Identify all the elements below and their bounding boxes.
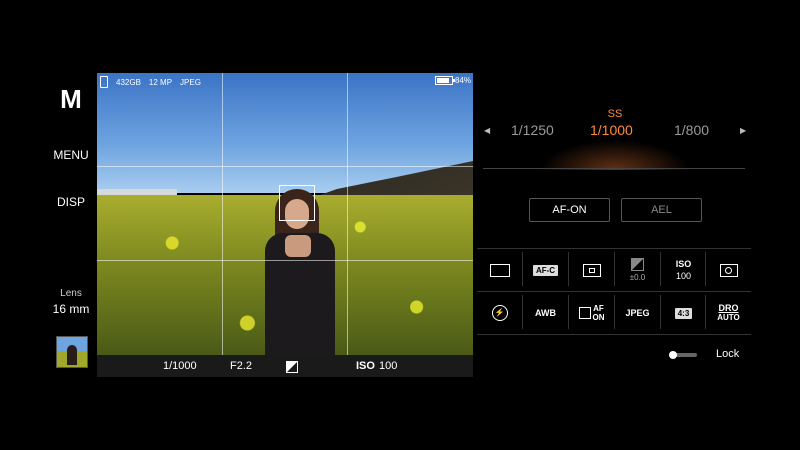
- dial-label: SS: [607, 108, 623, 120]
- dro-setting[interactable]: DRO AUTO: [706, 293, 751, 333]
- iso-value: 100: [675, 271, 692, 281]
- megapixels: 12 MP: [148, 77, 173, 87]
- file-format: JPEG: [180, 77, 201, 87]
- grid-line: [222, 73, 223, 355]
- flash-off-icon: ⚡: [491, 305, 508, 321]
- metering-mode-icon: [719, 263, 738, 277]
- iso-label: ISO: [675, 259, 692, 269]
- exposure-icon: [286, 361, 298, 373]
- exposure-status-bar: 1/1000 F2.2 ISO 100: [97, 355, 473, 377]
- af-frame: [279, 185, 315, 221]
- divider: [483, 168, 745, 169]
- quick-settings-panel: AF-C ±0.0 ISO 100 ⚡ AWB AF ON JPEG 4:3 D…: [477, 248, 751, 335]
- viewfinder-info: 432GB 12 MP JPEG: [100, 76, 201, 88]
- focus-area-icon: [582, 263, 601, 277]
- lens-label: Lens: [60, 288, 82, 299]
- grid-line: [97, 260, 473, 261]
- white-balance-value: AWB: [535, 308, 556, 318]
- white-balance-setting[interactable]: AWB: [523, 293, 568, 333]
- storage-remaining: 432GB: [116, 77, 141, 87]
- shooting-mode[interactable]: M: [56, 84, 86, 115]
- file-format-value: JPEG: [625, 308, 650, 318]
- drive-mode-single-icon: [489, 263, 510, 277]
- arrow-right-icon[interactable]: ▶: [740, 126, 746, 135]
- face-eye-af-setting[interactable]: AF ON: [569, 293, 614, 333]
- menu-button[interactable]: MENU: [40, 148, 102, 162]
- dial-glow: [540, 140, 690, 170]
- aspect-ratio-setting[interactable]: 4:3: [661, 293, 706, 333]
- battery-percent: 84%: [454, 76, 471, 85]
- metering-setting[interactable]: [706, 250, 751, 290]
- drive-mode-setting[interactable]: [477, 250, 522, 290]
- file-format-setting[interactable]: JPEG: [615, 293, 660, 333]
- shutter-next[interactable]: 1/800: [674, 122, 709, 138]
- ael-button[interactable]: AEL: [621, 198, 702, 222]
- status-iso-label: ISO: [356, 360, 375, 372]
- lock-label: Lock: [716, 348, 740, 360]
- exposure-comp-value: ±0.0: [629, 273, 646, 282]
- battery-indicator: 84%: [434, 76, 471, 85]
- arrow-left-icon[interactable]: ◀: [484, 126, 490, 135]
- toggle-knob: [669, 351, 677, 359]
- af-on-button[interactable]: AF-ON: [529, 198, 610, 222]
- iso-setting[interactable]: ISO 100: [661, 250, 706, 290]
- lock-toggle[interactable]: [669, 351, 699, 359]
- status-aperture: F2.2: [230, 360, 253, 372]
- phone-icon: [100, 76, 108, 88]
- battery-icon: [434, 76, 455, 85]
- exposure-compensation-icon: [631, 258, 644, 271]
- focus-mode-value: AF-C: [532, 264, 559, 276]
- face-eye-af-label: AF: [593, 304, 604, 313]
- dro-label: DRO: [718, 303, 739, 313]
- exposure-comp-setting[interactable]: ±0.0: [615, 250, 660, 290]
- lens-value[interactable]: 16 mm: [40, 302, 102, 316]
- status-iso-value: 100: [379, 360, 398, 372]
- flash-setting[interactable]: ⚡: [477, 293, 522, 333]
- shutter-speed-dial[interactable]: ◀ 1/1250 1/1000 1/800 ▶: [480, 122, 750, 142]
- disp-button[interactable]: DISP: [40, 195, 102, 209]
- dro-value: AUTO: [717, 313, 740, 322]
- grid-line: [347, 73, 348, 355]
- gallery-thumbnail[interactable]: [56, 336, 88, 368]
- face-eye-af-icon: [578, 307, 591, 319]
- shutter-prev[interactable]: 1/1250: [511, 122, 554, 138]
- face-eye-af-value: ON: [592, 313, 605, 322]
- focus-mode-setting[interactable]: AF-C: [523, 250, 568, 290]
- shutter-current[interactable]: 1/1000: [590, 122, 633, 138]
- status-shutter: 1/1000: [163, 360, 197, 372]
- focus-area-setting[interactable]: [569, 250, 614, 290]
- aspect-ratio-value: 4:3: [674, 307, 693, 319]
- grid-line: [97, 166, 473, 167]
